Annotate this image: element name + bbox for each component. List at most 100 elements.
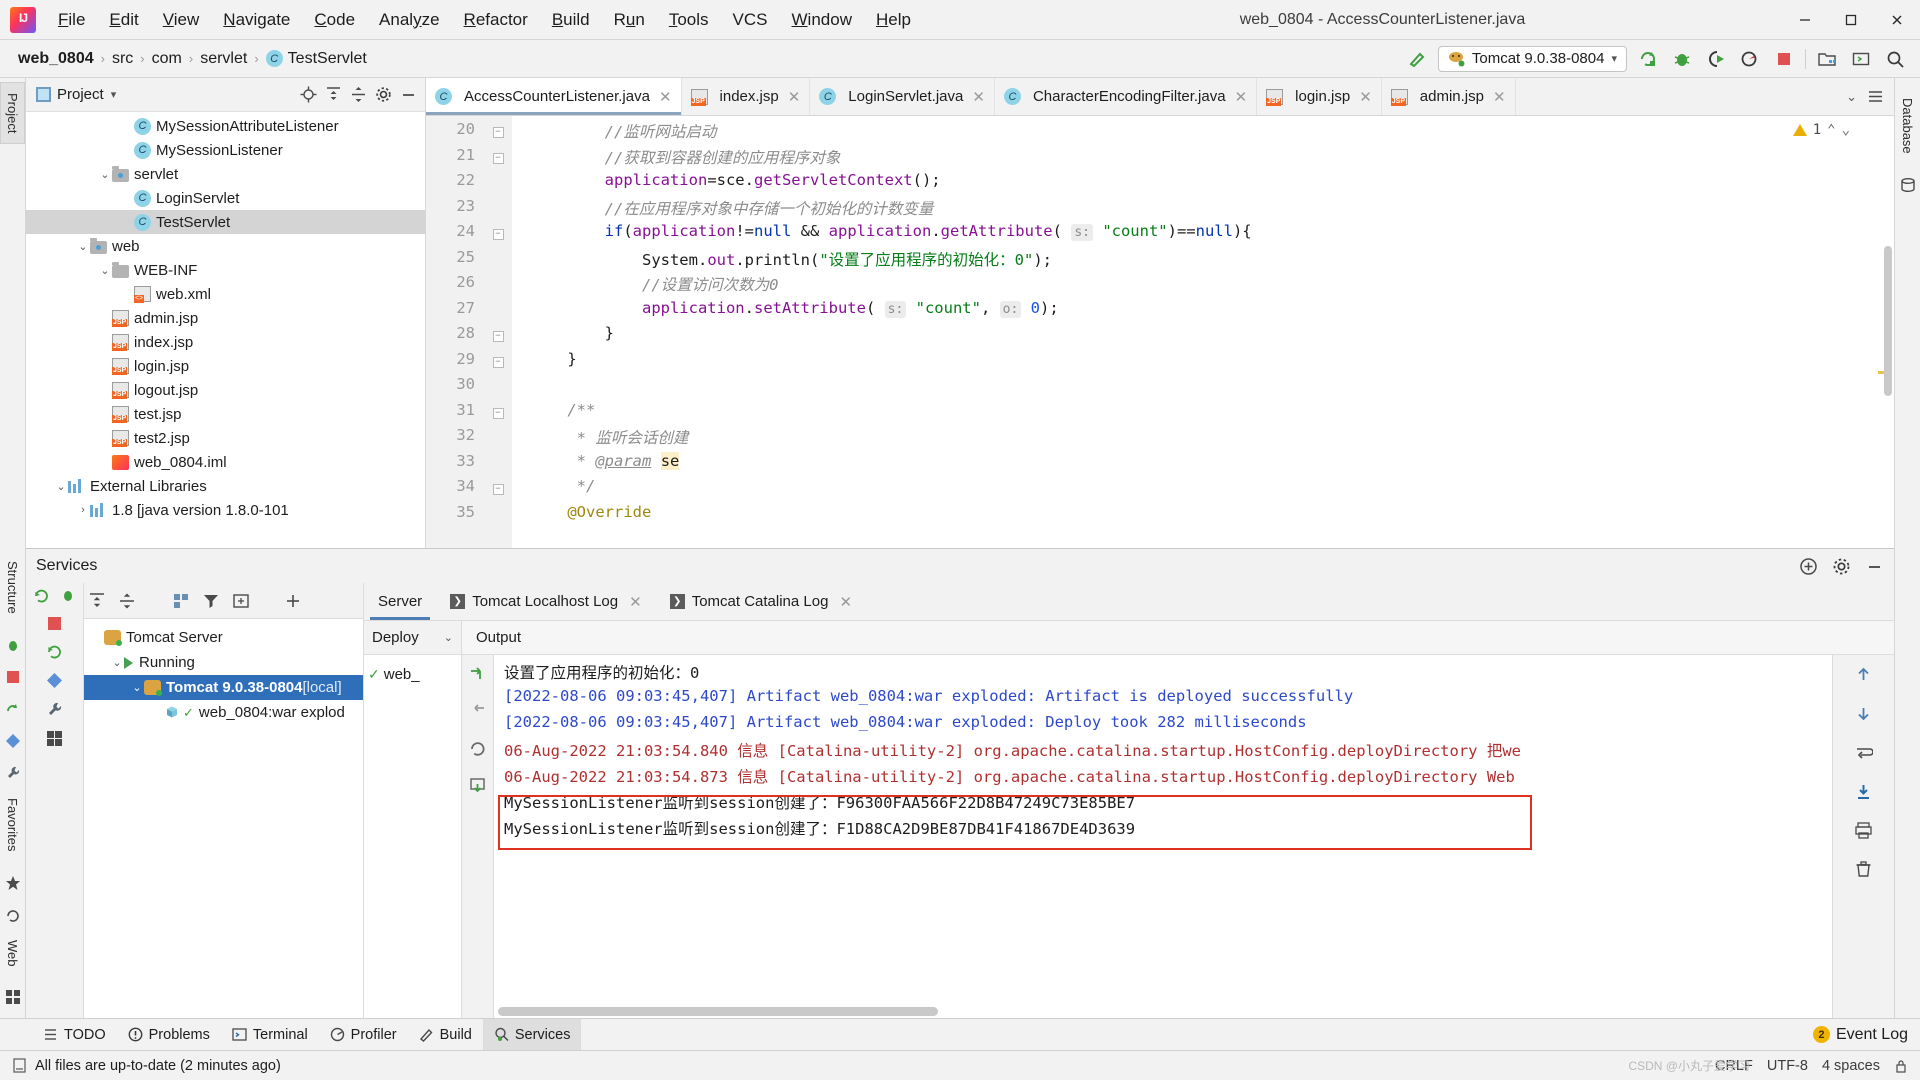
encoding-widget[interactable]: UTF-8 bbox=[1767, 1058, 1808, 1074]
fold-gutter[interactable]: −−−−−−− bbox=[484, 116, 512, 548]
menu-code[interactable]: Code bbox=[302, 6, 367, 34]
close-icon[interactable]: ✕ bbox=[1235, 88, 1248, 106]
collapse-fold-icon[interactable]: − bbox=[493, 127, 504, 138]
breadcrumb-item-testservlet[interactable]: CTestServlet bbox=[260, 48, 373, 70]
editor-scrollbar[interactable] bbox=[1884, 246, 1892, 396]
menu-help[interactable]: Help bbox=[864, 6, 923, 34]
stop-icon[interactable] bbox=[1771, 46, 1797, 72]
log-tab-tomcat-catalina-log[interactable]: ❯Tomcat Catalina Log✕ bbox=[656, 583, 866, 620]
rerun-icon[interactable] bbox=[60, 587, 77, 604]
build-project-icon[interactable] bbox=[1814, 46, 1840, 72]
diamond-icon[interactable] bbox=[2, 730, 24, 752]
deploy-column-header[interactable]: Deploy ⌄ bbox=[364, 621, 462, 654]
breadcrumb-item-servlet[interactable]: servlet bbox=[194, 48, 253, 70]
tree-node[interactable]: CLoginServlet bbox=[26, 186, 425, 210]
menu-view[interactable]: View bbox=[151, 6, 212, 34]
menu-build[interactable]: Build bbox=[540, 6, 602, 34]
settings-icon[interactable] bbox=[1832, 557, 1851, 576]
code-editor[interactable]: 20212223242526272829303132333435 −−−−−−−… bbox=[426, 116, 1894, 548]
collapse-all-icon[interactable] bbox=[350, 86, 367, 103]
editor-tab-index-jsp[interactable]: index.jsp✕ bbox=[682, 78, 811, 115]
tree-node[interactable]: ⌄servlet bbox=[26, 162, 425, 186]
close-icon[interactable]: ✕ bbox=[839, 593, 852, 611]
tree-node[interactable]: ›1.8 [java version 1.8.0-101 bbox=[26, 498, 425, 522]
refresh-icon[interactable] bbox=[2, 904, 24, 926]
services-tree-node[interactable]: Tomcat Server bbox=[84, 625, 363, 650]
menu-vcs[interactable]: VCS bbox=[721, 6, 780, 34]
collapse-fold-icon[interactable]: − bbox=[493, 484, 504, 495]
wrench-icon[interactable] bbox=[2, 762, 24, 784]
ant-icon[interactable] bbox=[2, 634, 24, 656]
services-tree-node[interactable]: ✓web_0804:war explod bbox=[84, 700, 363, 725]
chevron-down-icon[interactable]: ▾ bbox=[1611, 52, 1617, 65]
tool-window-todo[interactable]: TODO bbox=[32, 1019, 117, 1050]
close-icon[interactable]: ✕ bbox=[1359, 88, 1372, 106]
chevron-down-icon[interactable]: ⌄ bbox=[54, 480, 68, 493]
add-service-icon[interactable] bbox=[1799, 557, 1818, 576]
rerun-icon[interactable] bbox=[468, 665, 487, 684]
menu-refactor[interactable]: Refactor bbox=[452, 6, 540, 34]
tree-node[interactable]: ⌄web bbox=[26, 234, 425, 258]
download-icon[interactable] bbox=[468, 776, 487, 795]
locate-icon[interactable] bbox=[300, 86, 317, 103]
filter-icon[interactable] bbox=[202, 592, 220, 610]
services-tree-node[interactable]: ⌄Running bbox=[84, 650, 363, 675]
menu-tools[interactable]: Tools bbox=[657, 6, 721, 34]
tree-node[interactable]: index.jsp bbox=[26, 330, 425, 354]
tool-window-problems[interactable]: Problems bbox=[117, 1019, 221, 1050]
close-icon[interactable]: ✕ bbox=[659, 88, 672, 106]
chevron-down-icon[interactable]: ⌄ bbox=[1846, 89, 1857, 105]
chevron-down-icon[interactable]: ⌄ bbox=[98, 264, 112, 277]
fold-toggle-icon[interactable]: − bbox=[484, 120, 512, 146]
soft-wrap-icon[interactable] bbox=[1854, 743, 1873, 762]
prev-problem-icon[interactable]: ⌃ bbox=[1827, 122, 1835, 138]
tool-window-build[interactable]: Build bbox=[408, 1019, 483, 1050]
tree-node[interactable]: test.jsp bbox=[26, 402, 425, 426]
list-item[interactable]: ✓ web_ bbox=[364, 661, 461, 687]
tree-node[interactable]: ⌄External Libraries bbox=[26, 474, 425, 498]
show-in-new-window-icon[interactable] bbox=[232, 592, 250, 610]
tool-tab-database[interactable]: Database bbox=[1896, 88, 1919, 164]
fold-toggle-icon[interactable]: − bbox=[484, 222, 512, 248]
breadcrumb-item-web-0804[interactable]: web_0804 bbox=[12, 48, 100, 70]
indent-widget[interactable]: 4 spaces bbox=[1822, 1058, 1880, 1074]
services-tree[interactable]: Tomcat Server⌄Running⌄Tomcat 9.0.38-0804… bbox=[84, 619, 363, 1018]
code-content[interactable]: //监听网站启动 //获取到容器创建的应用程序对象 application=sc… bbox=[512, 116, 1874, 548]
log-tab-server[interactable]: Server bbox=[364, 583, 436, 620]
tree-node[interactable]: ⌄WEB-INF bbox=[26, 258, 425, 282]
chevron-down-icon[interactable]: ⌄ bbox=[76, 240, 90, 253]
chevron-down-icon[interactable]: ⌄ bbox=[130, 681, 144, 694]
tree-node[interactable]: web.xml bbox=[26, 282, 425, 306]
tree-node[interactable]: login.jsp bbox=[26, 354, 425, 378]
fold-toggle-icon[interactable]: − bbox=[484, 401, 512, 427]
editor-tab-login-jsp[interactable]: login.jsp✕ bbox=[1257, 78, 1382, 115]
expand-all-icon[interactable] bbox=[88, 592, 106, 610]
hide-icon[interactable] bbox=[400, 86, 417, 103]
maximize-button[interactable] bbox=[1828, 0, 1874, 40]
rollback-icon[interactable] bbox=[468, 702, 487, 721]
settings-icon[interactable] bbox=[375, 86, 392, 103]
collapse-fold-icon[interactable]: − bbox=[493, 331, 504, 342]
profile-icon[interactable] bbox=[1737, 46, 1763, 72]
stop-icon[interactable] bbox=[47, 616, 62, 631]
star-icon[interactable] bbox=[2, 872, 24, 894]
terminal-icon[interactable] bbox=[1848, 46, 1874, 72]
trash-icon[interactable] bbox=[1854, 860, 1873, 879]
tree-node[interactable]: CMySessionListener bbox=[26, 138, 425, 162]
tree-node[interactable]: web_0804.iml bbox=[26, 450, 425, 474]
deploy-artifact-list[interactable]: ✓ web_ bbox=[364, 655, 462, 1018]
tree-node[interactable]: CTestServlet bbox=[26, 210, 425, 234]
project-tree[interactable]: CMySessionAttributeListenerCMySessionLis… bbox=[26, 112, 425, 548]
menu-file[interactable]: File bbox=[46, 6, 97, 34]
fold-toggle-icon[interactable]: − bbox=[484, 350, 512, 376]
menu-window[interactable]: Window bbox=[780, 6, 864, 34]
breadcrumb-item-src[interactable]: src bbox=[106, 48, 139, 70]
diamond-icon[interactable] bbox=[46, 672, 63, 689]
menu-navigate[interactable]: Navigate bbox=[211, 6, 302, 34]
close-button[interactable] bbox=[1874, 0, 1920, 40]
tree-node[interactable]: logout.jsp bbox=[26, 378, 425, 402]
editor-tab-admin-jsp[interactable]: admin.jsp✕ bbox=[1382, 78, 1516, 115]
print-icon[interactable] bbox=[1854, 821, 1873, 840]
tool-tab-web[interactable]: Web bbox=[1, 930, 24, 977]
add-icon[interactable] bbox=[284, 592, 302, 610]
